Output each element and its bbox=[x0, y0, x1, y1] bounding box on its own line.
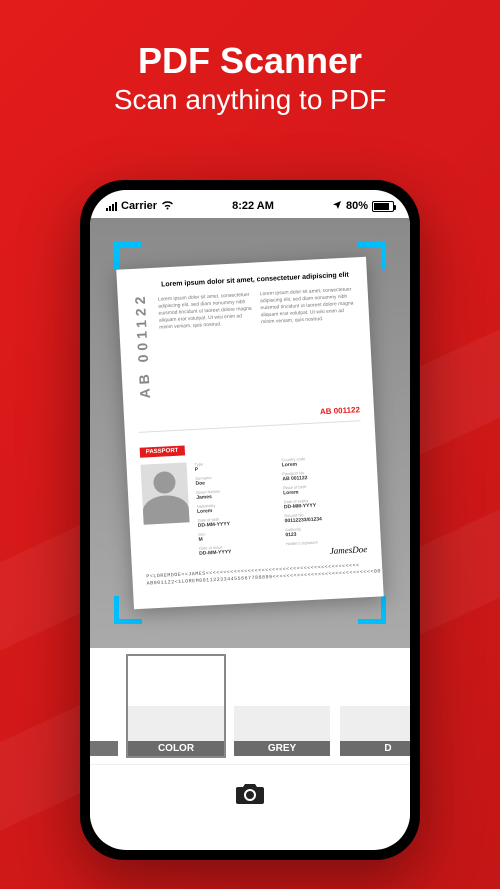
status-bar: Carrier 8:22 AM 80% bbox=[90, 190, 410, 218]
filter-option[interactable]: D bbox=[338, 654, 410, 758]
location-icon bbox=[332, 200, 342, 213]
passport-top-title: Lorem ipsum dolor sit amet, consectetuer… bbox=[157, 271, 353, 288]
crop-corner-br[interactable] bbox=[358, 596, 386, 624]
scan-viewport[interactable]: AB 001122 Lorem ipsum dolor sit amet, co… bbox=[90, 218, 410, 648]
battery-percent: 80% bbox=[346, 200, 368, 212]
battery-icon bbox=[372, 201, 394, 212]
passport-lorem-col1: Lorem ipsum dolor sit amet, consectetuer… bbox=[158, 292, 254, 332]
filter-label: D bbox=[340, 741, 410, 756]
filter-label: GREY bbox=[234, 741, 330, 756]
phone-frame: Carrier 8:22 AM 80% AB 001122 Lorem ipsu… bbox=[80, 180, 420, 860]
crop-corner-tl[interactable] bbox=[114, 242, 142, 270]
passport-side-code: AB 001122 bbox=[132, 292, 154, 399]
filter-label: TE bbox=[90, 741, 118, 756]
filter-option-color[interactable]: COLOR bbox=[126, 654, 226, 758]
scanned-document: AB 001122 Lorem ipsum dolor sit amet, co… bbox=[116, 257, 383, 610]
carrier-label: Carrier bbox=[121, 200, 157, 212]
passport-lorem-col2: Lorem ipsum dolor sit amet, consectetuer… bbox=[260, 286, 356, 326]
passport-signature: JamesDoe bbox=[286, 544, 367, 558]
filter-label: COLOR bbox=[128, 741, 224, 756]
status-time: 8:22 AM bbox=[232, 200, 274, 212]
hero-title: PDF Scanner bbox=[0, 40, 500, 82]
signal-icon bbox=[106, 202, 117, 211]
hero-subtitle: Scan anything to PDF bbox=[0, 84, 500, 116]
wifi-icon bbox=[161, 200, 174, 213]
phone-screen: Carrier 8:22 AM 80% AB 001122 Lorem ipsu… bbox=[90, 190, 410, 850]
camera-bar bbox=[90, 764, 410, 822]
passport-photo bbox=[141, 462, 190, 524]
passport-code: AB 001122 bbox=[320, 405, 360, 416]
filter-strip[interactable]: TE COLOR GREY D bbox=[90, 648, 410, 764]
camera-icon bbox=[235, 782, 265, 806]
camera-button[interactable] bbox=[230, 778, 270, 810]
passport-badge: PASSPORT bbox=[140, 445, 185, 457]
hero-banner: PDF Scanner Scan anything to PDF bbox=[0, 0, 500, 116]
passport-mrz: P<LOREMDOE<<JAMES<<<<<<<<<<<<<<<<<<<<<<<… bbox=[146, 562, 368, 588]
filter-option-grey[interactable]: GREY bbox=[232, 654, 332, 758]
filter-option[interactable]: TE bbox=[90, 654, 120, 758]
